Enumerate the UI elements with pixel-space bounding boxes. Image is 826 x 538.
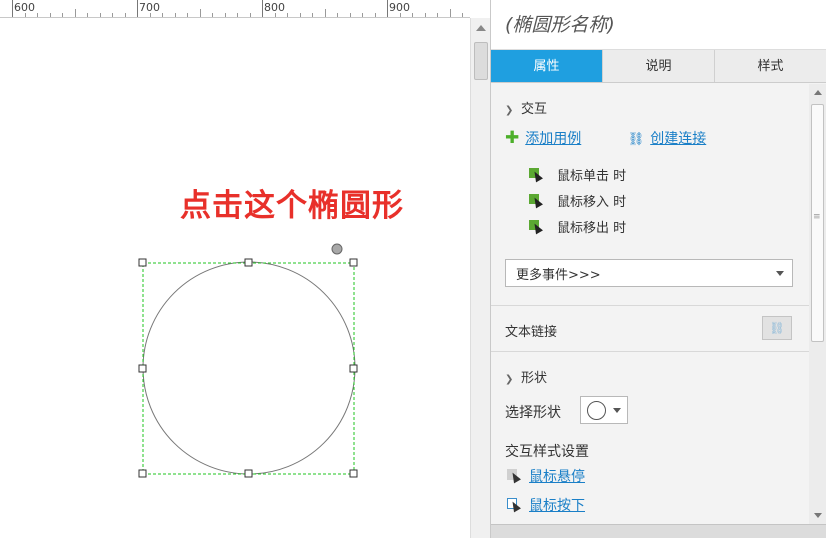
- hover-style-item[interactable]: 鼠标悬停: [507, 466, 585, 486]
- scroll-down-icon[interactable]: [814, 513, 822, 518]
- panel-vertical-scrollbar[interactable]: ≡: [809, 84, 826, 524]
- hover-style-link[interactable]: 鼠标悬停: [529, 469, 585, 485]
- link-chain-icon: ⛓: [769, 321, 785, 335]
- circle-shape-icon: [587, 401, 606, 420]
- resize-handle-bottom-left[interactable]: [138, 469, 147, 478]
- properties-panel: ❯ 交互 ✚ 添加用例 ⛓ 创建连接 鼠标单击 时 鼠标移入 时 鼠标移出 时 更多事…: [491, 84, 809, 524]
- resize-handle-top-left[interactable]: [138, 258, 147, 267]
- create-link-link[interactable]: 创建连接: [650, 131, 706, 147]
- mousedown-style-item[interactable]: 鼠标按下: [507, 495, 585, 515]
- resize-handle-top-right[interactable]: [349, 258, 358, 267]
- hover-cursor-icon: [507, 469, 521, 484]
- interaction-style-title: 交互样式设置: [505, 444, 589, 460]
- interaction-section-header[interactable]: ❯ 交互: [505, 98, 547, 117]
- more-events-dropdown[interactable]: 更多事件>>>: [505, 259, 793, 287]
- event-cursor-icon: [529, 194, 543, 209]
- resize-handle-left[interactable]: [138, 364, 147, 373]
- text-link-label: 文本链接: [505, 325, 558, 340]
- mousedown-cursor-icon: [507, 498, 521, 513]
- chevron-down-icon: ❯: [505, 374, 514, 385]
- interaction-actions: ✚ 添加用例 ⛓ 创建连接: [505, 128, 706, 148]
- event-cursor-icon: [529, 220, 543, 235]
- rotate-handle[interactable]: [331, 243, 343, 255]
- selection-box: [142, 262, 355, 475]
- event-item[interactable]: 鼠标移出 时: [529, 217, 626, 236]
- mousedown-style-link[interactable]: 鼠标按下: [529, 498, 585, 514]
- app-window: 600 700 800 900 点击这个椭圆形 (椭圆形名称) 属性 说明 样式…: [0, 0, 826, 538]
- canvas-vertical-scrollbar[interactable]: [470, 18, 490, 538]
- resize-handle-right[interactable]: [349, 364, 358, 373]
- divider: [491, 305, 809, 306]
- chevron-down-icon: [776, 271, 784, 276]
- link-chain-icon: ⛓: [627, 132, 645, 147]
- event-item[interactable]: 鼠标单击 时: [529, 165, 626, 184]
- add-case-link[interactable]: 添加用例: [525, 131, 581, 147]
- scroll-thumb[interactable]: [474, 42, 488, 80]
- event-cursor-icon: [529, 168, 543, 183]
- shape-name-field[interactable]: (椭圆形名称): [491, 0, 826, 50]
- inspector-tabs: 属性 说明 样式: [491, 50, 826, 83]
- shape-title: 形状: [521, 371, 548, 386]
- plus-icon: ✚: [505, 128, 520, 148]
- scroll-up-icon[interactable]: [476, 25, 486, 31]
- event-label: 鼠标移出 时: [557, 221, 627, 236]
- inspector-panel: (椭圆形名称) 属性 说明 样式 ❯ 交互 ✚ 添加用例 ⛓ 创建连接 鼠标单击 时 …: [490, 0, 826, 538]
- more-events-value: 更多事件>>>: [516, 268, 601, 283]
- text-link-button[interactable]: ⛓: [762, 316, 792, 340]
- resize-handle-top[interactable]: [244, 258, 253, 267]
- tab-properties[interactable]: 属性: [491, 50, 602, 82]
- event-item[interactable]: 鼠标移入 时: [529, 191, 626, 210]
- scroll-up-icon[interactable]: [814, 90, 822, 95]
- grip-icon: ≡: [813, 212, 821, 222]
- tab-style[interactable]: 样式: [714, 50, 826, 82]
- shape-picker-dropdown[interactable]: [580, 396, 628, 424]
- inspector-bottom-bar: [491, 524, 826, 538]
- interaction-title: 交互: [521, 102, 548, 117]
- selected-ellipse-group[interactable]: [0, 0, 470, 538]
- tab-notes[interactable]: 说明: [602, 50, 714, 82]
- event-label: 鼠标移入 时: [557, 195, 627, 210]
- event-label: 鼠标单击 时: [557, 169, 627, 184]
- chevron-down-icon: [613, 408, 621, 413]
- design-canvas[interactable]: 600 700 800 900 点击这个椭圆形: [0, 0, 490, 538]
- chevron-down-icon: ❯: [505, 105, 514, 116]
- resize-handle-bottom-right[interactable]: [349, 469, 358, 478]
- resize-handle-bottom[interactable]: [244, 469, 253, 478]
- ellipse-shape[interactable]: [142, 261, 356, 475]
- shape-section-header[interactable]: ❯ 形状: [505, 367, 547, 386]
- divider: [491, 351, 809, 352]
- scroll-thumb[interactable]: [811, 104, 824, 342]
- select-shape-label: 选择形状: [505, 405, 561, 421]
